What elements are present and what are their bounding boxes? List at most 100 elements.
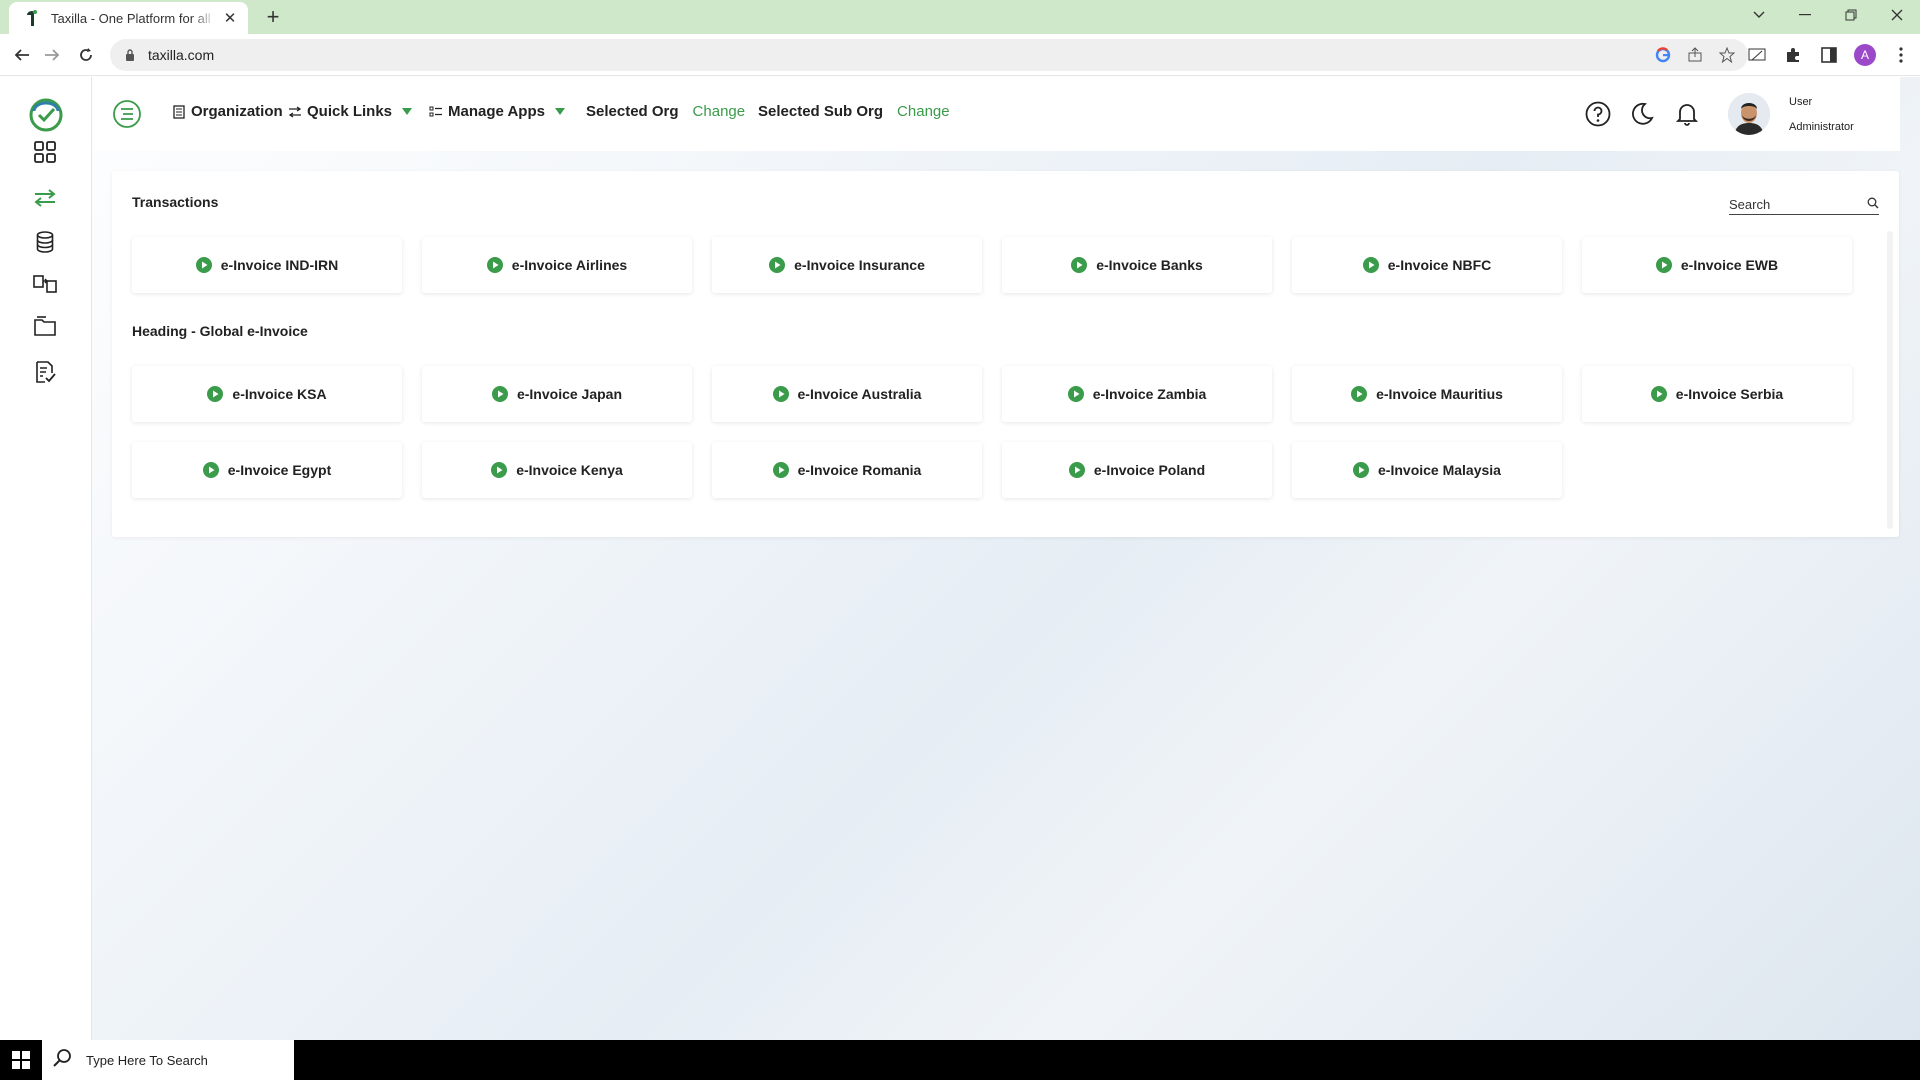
search-icon[interactable] (1867, 196, 1879, 214)
app-card-label: e-Invoice Airlines (511, 257, 628, 273)
manage-apps-caret-icon (554, 108, 565, 115)
section-heading-global: Heading - Global e-Invoice (132, 323, 308, 339)
user-avatar[interactable] (1728, 93, 1770, 135)
app-card[interactable]: e-Invoice Kenya (422, 442, 692, 498)
app-card[interactable]: e-Invoice Malaysia (1292, 442, 1562, 498)
quick-links-dropdown[interactable]: Quick Links (288, 103, 413, 120)
app-card-label: e-Invoice Poland (1093, 462, 1206, 478)
user-name: User (1789, 96, 1813, 108)
app-card[interactable]: e-Invoice Mauritius (1292, 366, 1562, 422)
taskbar-search-icon (52, 1048, 72, 1073)
help-icon[interactable] (1584, 100, 1612, 128)
tab-title: Taxilla - One Platform for all Enterpris… (51, 10, 216, 26)
notification-bell-icon[interactable] (1673, 100, 1701, 128)
panel-scrollbar[interactable] (1887, 231, 1893, 529)
app-card-label: e-Invoice KSA (232, 386, 327, 402)
quick-links-caret-icon (402, 108, 413, 115)
app-card[interactable]: e-Invoice Banks (1002, 237, 1272, 293)
transactions-arrows-icon[interactable] (30, 183, 60, 213)
windows-start-icon[interactable] (0, 1040, 42, 1080)
dashboard-grid-icon[interactable] (30, 137, 60, 167)
app-card-label: e-Invoice IND-IRN (220, 257, 339, 273)
side-panel-icon[interactable] (1818, 44, 1840, 66)
app-card-label: e-Invoice Banks (1096, 257, 1203, 273)
reload-icon[interactable] (72, 42, 100, 68)
app-card-label: e-Invoice Malaysia (1378, 462, 1501, 478)
apps-panel: Transactions Search Heading - Global e-I… (112, 171, 1899, 537)
apps-search-input[interactable]: Search (1729, 195, 1879, 215)
play-circle-icon (1650, 386, 1667, 402)
app-card-label: e-Invoice NBFC (1387, 257, 1492, 273)
app-card-label: e-Invoice Kenya (516, 462, 623, 478)
google-icon[interactable] (1654, 46, 1672, 64)
app-card-label: e-Invoice Egypt (227, 462, 332, 478)
menu-toggle-icon[interactable] (112, 99, 142, 129)
tab-close-icon[interactable]: ✕ (222, 9, 238, 27)
app-card[interactable]: e-Invoice Zambia (1002, 366, 1272, 422)
app-card[interactable]: e-Invoice Insurance (712, 237, 982, 293)
play-circle-icon (486, 257, 503, 273)
cast-icon[interactable] (1746, 44, 1768, 66)
tab-search-chevron-icon[interactable] (1736, 0, 1782, 30)
play-circle-icon (772, 462, 789, 478)
app-card[interactable]: e-Invoice KSA (132, 366, 402, 422)
app-card[interactable]: e-Invoice EWB (1582, 237, 1852, 293)
quick-links-icon (288, 105, 302, 119)
back-arrow-icon[interactable] (8, 42, 36, 68)
manage-apps-dropdown[interactable]: Manage Apps (429, 103, 565, 120)
app-card-label: e-Invoice Serbia (1675, 386, 1784, 402)
app-card[interactable]: e-Invoice Poland (1002, 442, 1272, 498)
browser-menu-icon[interactable] (1890, 44, 1912, 66)
report-check-icon[interactable] (30, 357, 60, 387)
sidebar (0, 77, 92, 1040)
taskbar-search-box[interactable]: Type Here To Search (42, 1040, 294, 1080)
folder-icon[interactable] (30, 311, 60, 341)
extensions-puzzle-icon[interactable] (1782, 44, 1804, 66)
selected-sub-org-label: Selected Sub Org (758, 103, 884, 120)
organization-menu[interactable]: Organization (172, 103, 283, 120)
browser-tab[interactable]: Taxilla - One Platform for all Enterpris… (9, 2, 248, 34)
profile-avatar[interactable]: A (1854, 44, 1876, 66)
dark-mode-moon-icon[interactable] (1628, 100, 1656, 128)
new-tab-icon[interactable]: + (260, 4, 286, 30)
share-icon[interactable] (1686, 46, 1704, 64)
minimize-icon[interactable] (1782, 0, 1828, 30)
restore-icon[interactable] (1828, 0, 1874, 30)
url-text[interactable]: taxilla.com (148, 47, 1654, 63)
app-card-label: e-Invoice Mauritius (1376, 386, 1503, 402)
close-window-icon[interactable] (1874, 0, 1920, 30)
app-card[interactable]: e-Invoice Airlines (422, 237, 692, 293)
selected-org-label: Selected Org (586, 103, 679, 120)
taxilla-logo-icon[interactable] (28, 97, 64, 133)
browser-tab-bar: Taxilla - One Platform for all Enterpris… (0, 0, 1920, 34)
play-circle-icon (207, 386, 224, 402)
app-card[interactable]: e-Invoice Serbia (1582, 366, 1852, 422)
selected-sub-org-change-link[interactable]: Change (897, 103, 950, 120)
address-bar[interactable]: taxilla.com (110, 39, 1748, 71)
database-icon[interactable] (30, 227, 60, 257)
app-card[interactable]: e-Invoice IND-IRN (132, 237, 402, 293)
app-card[interactable]: e-Invoice Japan (422, 366, 692, 422)
document-transfer-icon[interactable] (30, 269, 60, 299)
selected-org-change-link[interactable]: Change (693, 103, 746, 120)
organization-label: Organization (191, 103, 283, 120)
play-circle-icon (769, 257, 786, 273)
play-circle-icon (1068, 462, 1085, 478)
play-circle-icon (195, 257, 212, 273)
forward-arrow-icon[interactable] (38, 42, 66, 68)
browser-toolbar: taxilla.com A (0, 34, 1920, 76)
play-circle-icon (491, 386, 508, 402)
app-card[interactable]: e-Invoice NBFC (1292, 237, 1562, 293)
window-controls (1736, 0, 1920, 30)
app-card[interactable]: e-Invoice Egypt (132, 442, 402, 498)
play-circle-icon (491, 462, 508, 478)
manage-apps-label: Manage Apps (448, 103, 545, 120)
app-header: Organization Quick Links Manage Apps Sel… (92, 77, 1900, 151)
taxilla-favicon-icon (23, 9, 41, 27)
bookmark-star-icon[interactable] (1718, 46, 1736, 64)
app-card[interactable]: e-Invoice Australia (712, 366, 982, 422)
app-card[interactable]: e-Invoice Romania (712, 442, 982, 498)
play-circle-icon (1351, 386, 1368, 402)
lock-icon[interactable] (122, 47, 138, 63)
selected-sub-org: Selected Sub Org Change (758, 103, 950, 120)
